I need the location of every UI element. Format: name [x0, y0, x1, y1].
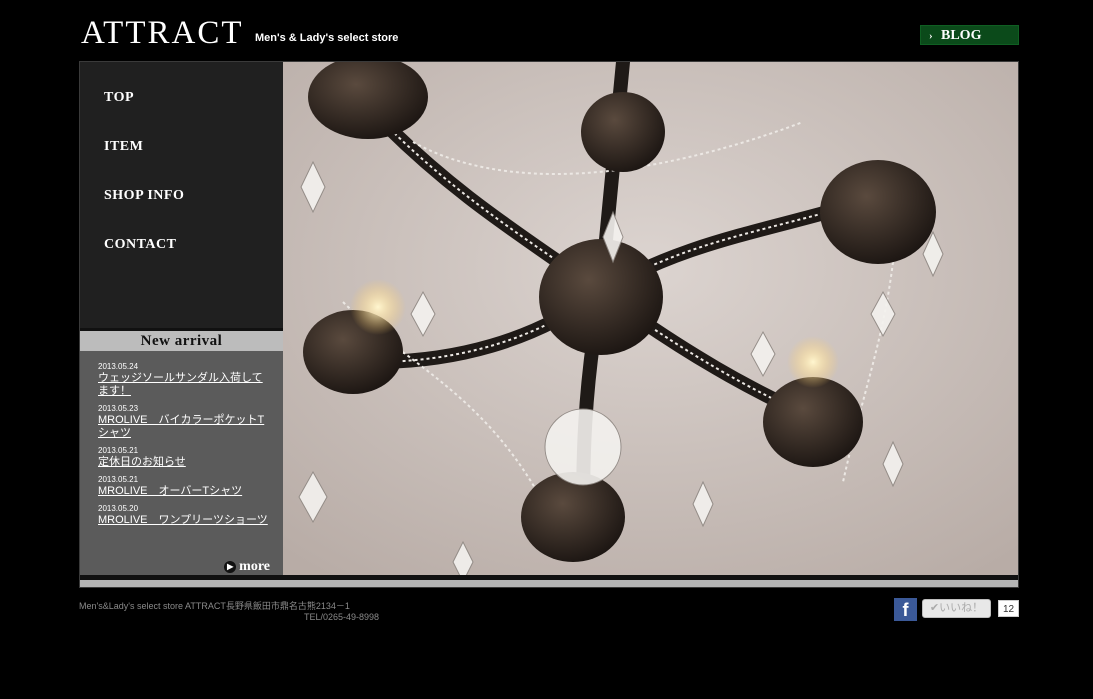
chandelier-illustration [283, 62, 1018, 575]
footer-address: Men's&Lady's select store ATTRACT長野県飯田市鼎… [79, 601, 350, 611]
list-item: 2013.05.20 MROLIVE ワンプリーツショーツ [98, 503, 273, 527]
list-item: 2013.05.21 MROLIVE オーバーTシャツ [98, 474, 273, 498]
nav-item-contact[interactable]: CONTACT [104, 237, 176, 253]
entry-link[interactable]: MROLIVE ワンプリーツショーツ [98, 514, 273, 527]
nav-item-shop-info[interactable]: SHOP INFO [104, 188, 184, 204]
new-arrival-list: 2013.05.24 ウェッジソールサンダル入荷してます！ 2013.05.23… [98, 361, 273, 532]
arrow-right-icon: ▶ [224, 561, 237, 573]
more-label: more [239, 559, 270, 574]
blog-button[interactable]: › BLOG [920, 25, 1019, 45]
list-item: 2013.05.21 定休日のお知らせ [98, 445, 273, 469]
new-arrival-heading: New arrival [80, 331, 283, 351]
entry-date: 2013.05.20 [98, 504, 139, 513]
list-item: 2013.05.23 MROLIVE バイカラーポケットTシャツ [98, 403, 273, 440]
entry-link[interactable]: 定休日のお知らせ [98, 456, 273, 469]
like-button[interactable]: ✔いいね！ [922, 599, 991, 618]
entry-date: 2013.05.21 [98, 446, 139, 455]
footer-strip [80, 580, 1018, 587]
entry-date: 2013.05.23 [98, 404, 139, 413]
blog-button-label: BLOG [941, 28, 982, 43]
nav-item-top[interactable]: TOP [104, 90, 134, 106]
entry-link[interactable]: MROLIVE バイカラーポケットTシャツ [98, 414, 273, 440]
entry-link[interactable]: ウェッジソールサンダル入荷してます！ [98, 372, 273, 398]
chevron-right-icon: › [929, 30, 933, 42]
site-tagline: Men's & Lady's select store [255, 32, 399, 44]
new-arrival-panel: New arrival 2013.05.24 ウェッジソールサンダル入荷してます… [80, 328, 283, 581]
entry-link[interactable]: MROLIVE オーバーTシャツ [98, 485, 273, 498]
more-button[interactable]: ▶ more [224, 559, 270, 575]
like-count-badge: 12 [998, 600, 1019, 617]
list-item: 2013.05.24 ウェッジソールサンダル入荷してます！ [98, 361, 273, 398]
nav-item-item[interactable]: ITEM [104, 139, 143, 155]
entry-date: 2013.05.24 [98, 362, 139, 371]
main-nav: TOP ITEM SHOP INFO CONTACT [80, 62, 283, 328]
facebook-icon[interactable]: f [894, 598, 917, 621]
entry-date: 2013.05.21 [98, 475, 139, 484]
footer-tel: TEL/0265-49-8998 [304, 612, 380, 622]
site-logo[interactable]: ATTRACT [81, 14, 244, 52]
hero-image-chandelier [283, 62, 1018, 575]
